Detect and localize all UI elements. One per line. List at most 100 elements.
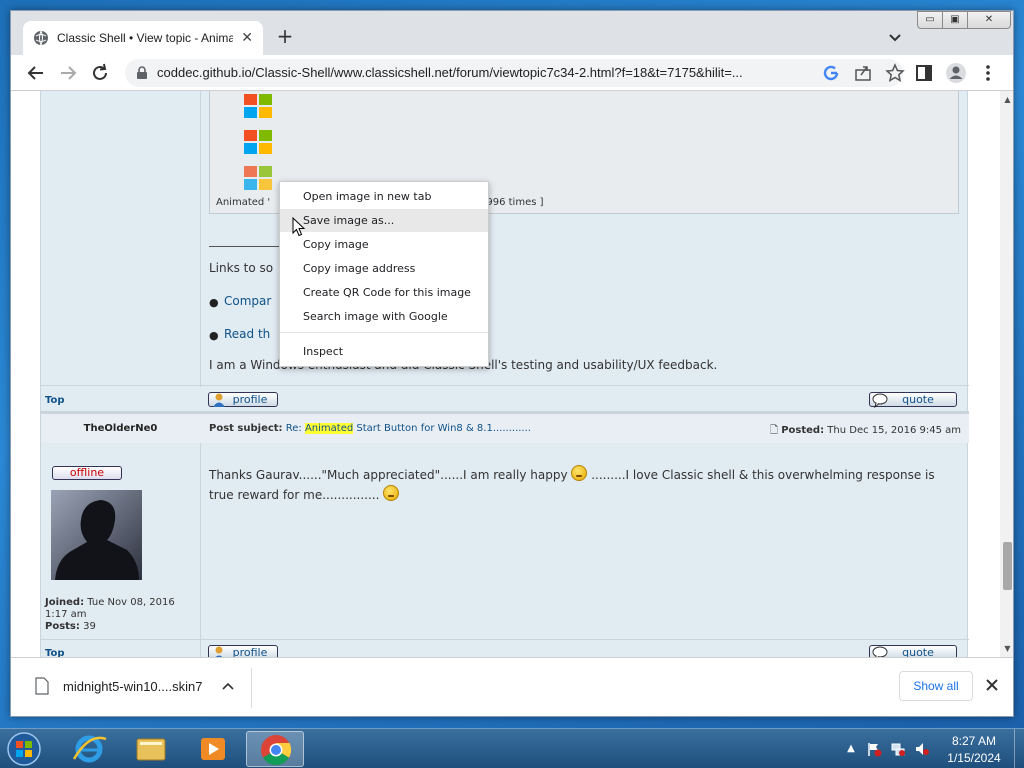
post-body-line-1: Thanks Gaurav......"Much appreciated"...…	[209, 465, 935, 482]
links-heading: Links to so	[209, 261, 274, 275]
scroll-down-arrow-icon[interactable]: ▼	[1003, 644, 1012, 653]
internet-explorer-icon[interactable]	[60, 731, 118, 767]
menu-item-copy-image-address[interactable]: Copy image address	[280, 257, 488, 280]
posts-line: Posts: 39	[45, 621, 96, 632]
reload-icon[interactable]	[89, 62, 111, 84]
google-icon[interactable]	[821, 63, 841, 83]
image-view-count: 7996 times ]	[480, 197, 544, 208]
tab-search-icon[interactable]	[885, 27, 905, 47]
menu-item-search-image-google[interactable]: Search image with Google	[280, 305, 488, 328]
window-close-button[interactable]: ✕	[967, 11, 1011, 29]
url-text[interactable]: coddec.github.io/Classic-Shell/www.class…	[157, 65, 797, 80]
speech-bubble-icon	[872, 646, 888, 657]
media-player-icon[interactable]	[184, 731, 242, 767]
subject-re[interactable]: Re:	[286, 423, 302, 434]
bullet-dot: ●	[209, 329, 219, 342]
post-date: 🗋 Posted: Thu Dec 15, 2016 9:45 am	[770, 423, 961, 440]
windows-logo-image[interactable]	[243, 93, 273, 119]
window-minimize-button[interactable]: ▭	[917, 11, 943, 29]
tongue-smiley-icon	[383, 485, 400, 501]
post-author[interactable]: TheOlderNe0	[41, 423, 200, 434]
user-icon	[215, 646, 223, 657]
posted-date: Thu Dec 15, 2016 9:45 am	[827, 425, 961, 436]
status-badge: offline	[52, 466, 122, 480]
clock-date[interactable]: 1/15/2024	[940, 751, 1008, 765]
image-caption: Animated '	[216, 197, 271, 208]
post-doc-icon[interactable]: 🗋	[770, 425, 778, 436]
page-scrollbar[interactable]: ▲ ▼	[1000, 91, 1013, 657]
tab-classic-shell[interactable]: Classic Shell • View topic - Anima ✕	[23, 21, 263, 55]
clock-time[interactable]: 8:27 AM	[940, 734, 1008, 748]
subject-label: Post subject:	[209, 423, 283, 434]
post-body-line-2: true reward for me...............	[209, 485, 400, 502]
side-panel-icon[interactable]	[913, 62, 935, 84]
show-all-button[interactable]: Show all	[899, 671, 973, 701]
menu-item-create-qr-code[interactable]: Create QR Code for this image	[280, 281, 488, 304]
profile-button[interactable]: profile	[208, 645, 278, 657]
new-tab-button[interactable]: +	[273, 25, 297, 49]
chrome-taskbar-button[interactable]	[246, 731, 304, 767]
column-divider	[200, 443, 201, 657]
profile-avatar-icon[interactable]	[945, 62, 967, 84]
taskbar: ▲ 8:27 AM 1/15/2024	[0, 728, 1024, 768]
post-body-part-3: true reward for me...............	[209, 488, 380, 502]
posts-label: Posts:	[45, 621, 80, 632]
lock-icon[interactable]	[135, 66, 149, 80]
bookmark-star-icon[interactable]	[885, 63, 905, 83]
avatar[interactable]	[51, 490, 142, 580]
subject-title[interactable]: Start Button for Win8 & 8.1............	[356, 423, 531, 434]
file-explorer-icon[interactable]	[122, 731, 180, 767]
forum-post-area: Animated ' 7996 times ] Links to so ● Co…	[40, 91, 969, 657]
column-divider	[200, 91, 201, 387]
post-body-part-1: Thanks Gaurav......"Much appreciated"...…	[209, 468, 568, 482]
globe-icon	[34, 30, 48, 46]
speech-bubble-icon	[872, 393, 888, 408]
top-link[interactable]: Top	[45, 648, 65, 657]
quote-button[interactable]: quote	[869, 645, 957, 657]
context-menu: Open image in new tab Save image as... C…	[279, 181, 489, 367]
share-icon[interactable]	[853, 63, 873, 83]
row-divider	[41, 385, 969, 386]
windows-logo-image[interactable]	[243, 165, 273, 191]
quote-button[interactable]: quote	[869, 392, 957, 408]
signature-link-2[interactable]: Read th	[224, 327, 270, 341]
signature-link-1[interactable]: Compar	[224, 294, 271, 308]
menu-item-open-image-new-tab[interactable]: Open image in new tab	[280, 185, 488, 208]
window-maximize-button[interactable]: ▣	[942, 11, 968, 29]
menu-item-inspect[interactable]: Inspect	[280, 340, 488, 363]
action-center-flag-icon[interactable]	[866, 741, 882, 757]
forward-arrow-icon[interactable]	[57, 62, 79, 84]
posts-value: 39	[83, 621, 96, 632]
download-divider	[251, 668, 252, 708]
menu-item-save-image-as[interactable]: Save image as...	[280, 209, 488, 232]
volume-muted-icon[interactable]	[914, 741, 930, 757]
browser-window: Classic Shell • View topic - Anima ✕ + ▭…	[10, 10, 1014, 717]
subject-highlight[interactable]: Animated	[304, 423, 354, 434]
tab-title: Classic Shell • View topic - Anima	[57, 31, 233, 45]
user-icon	[213, 393, 225, 407]
windows-logo-image[interactable]	[243, 129, 273, 155]
show-desktop-button[interactable]	[1014, 729, 1024, 768]
bullet-dot: ●	[209, 296, 219, 309]
chevron-up-icon[interactable]	[221, 680, 235, 694]
download-bar: midnight5-win10....skin7 Show all	[11, 657, 1013, 716]
profile-button[interactable]: profile	[208, 392, 278, 407]
scrollbar-thumb[interactable]	[1003, 542, 1012, 590]
post-subject: Post subject: Re: Animated Start Button …	[209, 423, 531, 434]
joined-time: 1:17 am	[45, 609, 87, 620]
start-orb-icon[interactable]	[4, 730, 44, 768]
smiley-icon	[571, 465, 588, 481]
network-icon[interactable]	[890, 741, 906, 757]
menu-item-copy-image[interactable]: Copy image	[280, 233, 488, 256]
download-file-name: midnight5-win10....skin7	[63, 679, 203, 694]
joined-line: Joined: Tue Nov 08, 2016	[45, 597, 175, 608]
tab-close-icon[interactable]: ✕	[241, 30, 253, 46]
back-arrow-icon[interactable]	[25, 62, 47, 84]
download-item[interactable]: midnight5-win10....skin7	[27, 672, 251, 704]
tray-overflow-icon[interactable]: ▲	[843, 741, 859, 757]
scroll-up-arrow-icon[interactable]: ▲	[1003, 95, 1012, 104]
close-icon[interactable]	[985, 678, 999, 692]
top-link[interactable]: Top	[45, 395, 65, 406]
address-bar[interactable]: coddec.github.io/Classic-Shell/www.class…	[125, 59, 905, 87]
menu-kebab-icon[interactable]	[977, 62, 999, 84]
